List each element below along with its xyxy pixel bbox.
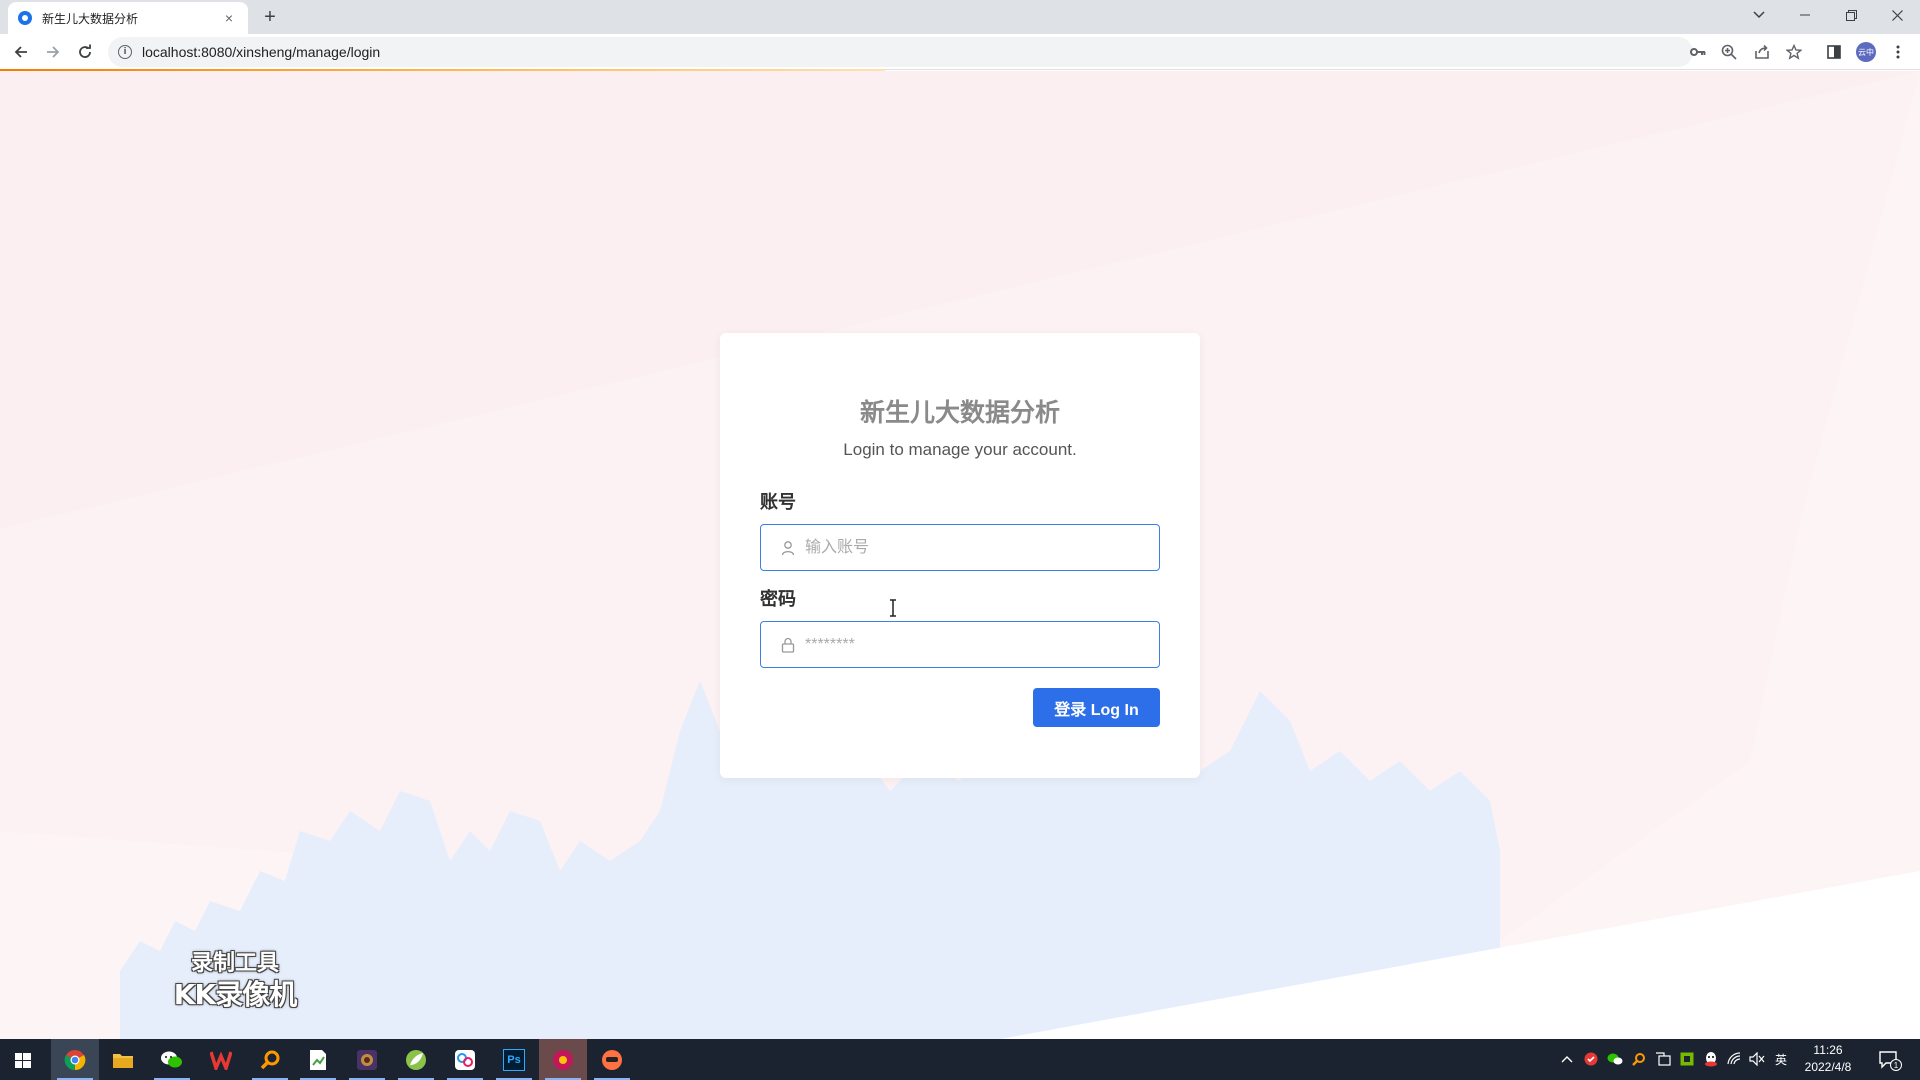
favicon-icon: [18, 11, 32, 25]
spreadsheet-icon[interactable]: [294, 1039, 342, 1080]
password-label: 密码: [760, 589, 796, 609]
recorder-watermark: 录制工具 KK录像机: [160, 950, 310, 1012]
media-icon[interactable]: [539, 1039, 587, 1080]
photoshop-label: Ps: [503, 1048, 525, 1071]
clock-time: 11:26: [1813, 1043, 1843, 1057]
windows-taskbar: Ps 英 11:26 2022/4/8 1: [0, 1039, 1920, 1080]
taskbar-clock[interactable]: 11:26 2022/4/8: [1796, 1042, 1860, 1076]
text-cursor-icon: [890, 599, 896, 617]
wps-icon[interactable]: [197, 1039, 245, 1080]
file-explorer-icon[interactable]: [99, 1039, 147, 1080]
game-icon[interactable]: [343, 1039, 391, 1080]
user-icon: [781, 540, 795, 555]
account-label: 账号: [760, 492, 796, 512]
share-icon[interactable]: [1752, 42, 1772, 62]
kk-recorder-icon[interactable]: [588, 1039, 636, 1080]
bookmark-star-icon[interactable]: [1784, 42, 1804, 62]
profile-avatar[interactable]: 云中: [1856, 42, 1876, 62]
reload-button[interactable]: [73, 40, 97, 64]
tab-title: 新生儿大数据分析: [42, 11, 139, 26]
password-field-wrapper[interactable]: [760, 621, 1160, 668]
account-input[interactable]: [805, 525, 1159, 570]
browser-tab[interactable]: 新生儿大数据分析 ×: [8, 2, 248, 34]
notification-count: 1: [1890, 1059, 1902, 1071]
page-title: 新生儿大数据分析: [859, 399, 1060, 427]
lock-icon: [781, 637, 795, 653]
volume-muted-icon[interactable]: [1748, 1050, 1766, 1068]
qq-tray-icon[interactable]: [1702, 1050, 1720, 1068]
leaf-icon[interactable]: [392, 1039, 440, 1080]
browser-toolbar: i localhost:8080/xinsheng/manage/login 云…: [0, 34, 1920, 70]
tab-strip: 新生儿大数据分析 × +: [0, 0, 1920, 34]
restore-button[interactable]: [1828, 0, 1874, 30]
back-button[interactable]: [9, 40, 33, 64]
chrome-icon[interactable]: [51, 1039, 99, 1080]
close-window-button[interactable]: [1874, 0, 1920, 30]
network-icon[interactable]: [441, 1039, 489, 1080]
wechat-tray-icon[interactable]: [1606, 1050, 1624, 1068]
show-hidden-icons-icon[interactable]: [1558, 1050, 1576, 1068]
photoshop-icon[interactable]: Ps: [490, 1039, 538, 1080]
login-button[interactable]: 登录 Log In: [1033, 688, 1160, 727]
account-field-wrapper[interactable]: [760, 524, 1160, 571]
bluetooth-tray-icon[interactable]: [1654, 1050, 1672, 1068]
input-method-indicator[interactable]: 英: [1772, 1050, 1790, 1068]
windows-start-icon[interactable]: [8, 1047, 38, 1073]
wechat-icon[interactable]: [148, 1039, 196, 1080]
clock-date: 2022/4/8: [1804, 1060, 1852, 1074]
notification-center-icon[interactable]: 1: [1876, 1047, 1902, 1073]
zoom-icon[interactable]: [1719, 42, 1739, 62]
url-text[interactable]: localhost:8080/xinsheng/manage/login: [142, 44, 380, 60]
antivirus-tray-icon[interactable]: [1582, 1050, 1600, 1068]
forward-button[interactable]: [41, 40, 65, 64]
address-bar[interactable]: i localhost:8080/xinsheng/manage/login: [108, 37, 1693, 67]
side-panel-icon[interactable]: [1824, 42, 1844, 62]
login-page: 新生儿大数据分析 Login to manage your account. 账…: [0, 71, 1920, 1039]
watermark-line-2: KK录像机: [173, 978, 297, 1011]
nvidia-tray-icon[interactable]: [1678, 1050, 1696, 1068]
tab-close-icon[interactable]: ×: [220, 10, 238, 26]
new-tab-button[interactable]: +: [258, 5, 282, 29]
tab-search-icon[interactable]: [1736, 0, 1782, 30]
minimize-button[interactable]: [1782, 0, 1828, 30]
wifi-tray-icon[interactable]: [1726, 1050, 1744, 1068]
password-input[interactable]: [805, 622, 1159, 667]
login-card: 新生儿大数据分析 Login to manage your account. 账…: [720, 333, 1200, 778]
menu-kebab-icon[interactable]: [1888, 42, 1908, 62]
password-key-icon[interactable]: [1688, 42, 1708, 62]
search-app-icon[interactable]: [246, 1039, 294, 1080]
site-info-icon[interactable]: i: [118, 45, 132, 59]
page-subtitle: Login to manage your account.: [843, 440, 1077, 459]
search-tray-icon[interactable]: [1630, 1050, 1648, 1068]
watermark-line-1: 录制工具: [190, 951, 279, 976]
